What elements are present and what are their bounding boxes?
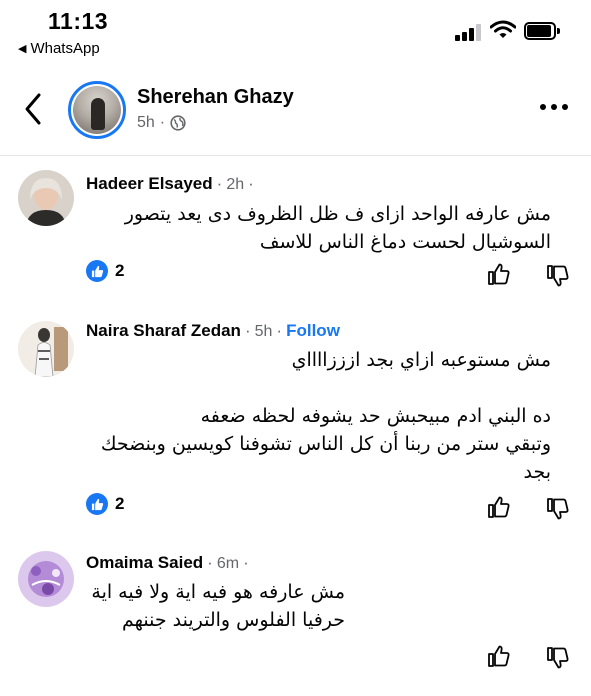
like-badge-icon bbox=[86, 260, 108, 282]
comment-time[interactable]: 6m bbox=[217, 555, 239, 573]
wifi-icon bbox=[490, 20, 516, 38]
reaction-count: 2 bbox=[115, 494, 125, 513]
thumbs-up-icon[interactable] bbox=[487, 644, 511, 668]
commenter-name[interactable]: Naira Sharaf Zedan bbox=[86, 321, 241, 341]
comment-text: مش مستوعبه ازاي بجد ازززااااي ده البني ا… bbox=[71, 346, 551, 486]
comment-line: السوشيال لحست دماغ الناس للاسف bbox=[259, 231, 551, 253]
comment-time[interactable]: 5h bbox=[255, 323, 273, 341]
header-divider bbox=[0, 155, 591, 156]
reaction-summary[interactable]: 2 bbox=[86, 493, 124, 515]
battery-icon bbox=[524, 22, 560, 40]
author-name[interactable]: Sherehan Ghazy bbox=[137, 86, 294, 109]
post-meta: 5h · bbox=[137, 114, 186, 132]
follow-button[interactable]: Follow bbox=[286, 321, 340, 341]
comment-line: مش عارفه الواحد ازاى ف ظل الظروف دى يعد … bbox=[124, 203, 551, 225]
thumbs-down-icon[interactable] bbox=[546, 497, 570, 521]
post-header: Sherehan Ghazy 5h · bbox=[0, 64, 591, 154]
back-chevron-icon[interactable] bbox=[22, 92, 44, 126]
comment-text: مش عارفه الواحد ازاى ف ظل الظروف دى يعد … bbox=[71, 200, 551, 256]
thumbs-down-icon[interactable] bbox=[546, 646, 570, 670]
comment-line: وتبقي ستر من ربنا أن كل الناس تشوفنا كوي… bbox=[100, 433, 551, 455]
thumbs-down-icon[interactable] bbox=[546, 264, 570, 288]
back-triangle-icon: ◀ bbox=[18, 43, 27, 55]
more-options-button[interactable] bbox=[540, 100, 572, 114]
commenter-avatar[interactable] bbox=[18, 321, 74, 377]
comment-line: مش مستوعبه ازاي بجد ازززااااي bbox=[291, 349, 551, 371]
author-avatar[interactable] bbox=[68, 81, 126, 139]
reaction-summary[interactable]: 2 bbox=[86, 260, 124, 282]
back-to-app-link[interactable]: ◀ WhatsApp bbox=[18, 40, 100, 57]
thumbs-up-icon[interactable] bbox=[487, 495, 511, 519]
more-dots-icon bbox=[540, 104, 546, 110]
reaction-count: 2 bbox=[115, 261, 125, 280]
comment-line: ده البني ادم مبيحبش حد يشوفه لحظه ضعفه bbox=[200, 405, 551, 427]
comment-line: حرفيا الفلوس والتريند جننهم bbox=[122, 609, 345, 631]
post-time[interactable]: 5h bbox=[137, 114, 155, 132]
comment-line: بجد bbox=[523, 461, 551, 483]
status-bar: 11:13 ◀ WhatsApp bbox=[0, 0, 591, 64]
comment-time[interactable]: 2h bbox=[226, 176, 244, 194]
commenter-name[interactable]: Omaima Saied bbox=[86, 553, 203, 573]
like-badge-icon bbox=[86, 493, 108, 515]
cellular-signal-icon bbox=[455, 23, 483, 41]
meta-separator: · bbox=[159, 114, 166, 131]
comment-text: مش عارفه هو فيه اية ولا فيه اية حرفيا ال… bbox=[45, 578, 345, 634]
thumbs-up-icon[interactable] bbox=[487, 262, 511, 286]
back-app-label: WhatsApp bbox=[30, 40, 100, 57]
commenter-avatar[interactable] bbox=[18, 170, 74, 226]
comment-line: مش عارفه هو فيه اية ولا فيه اية bbox=[91, 581, 345, 603]
status-time: 11:13 bbox=[48, 8, 109, 34]
commenter-name[interactable]: Hadeer Elsayed bbox=[86, 174, 213, 194]
globe-icon bbox=[170, 115, 186, 131]
